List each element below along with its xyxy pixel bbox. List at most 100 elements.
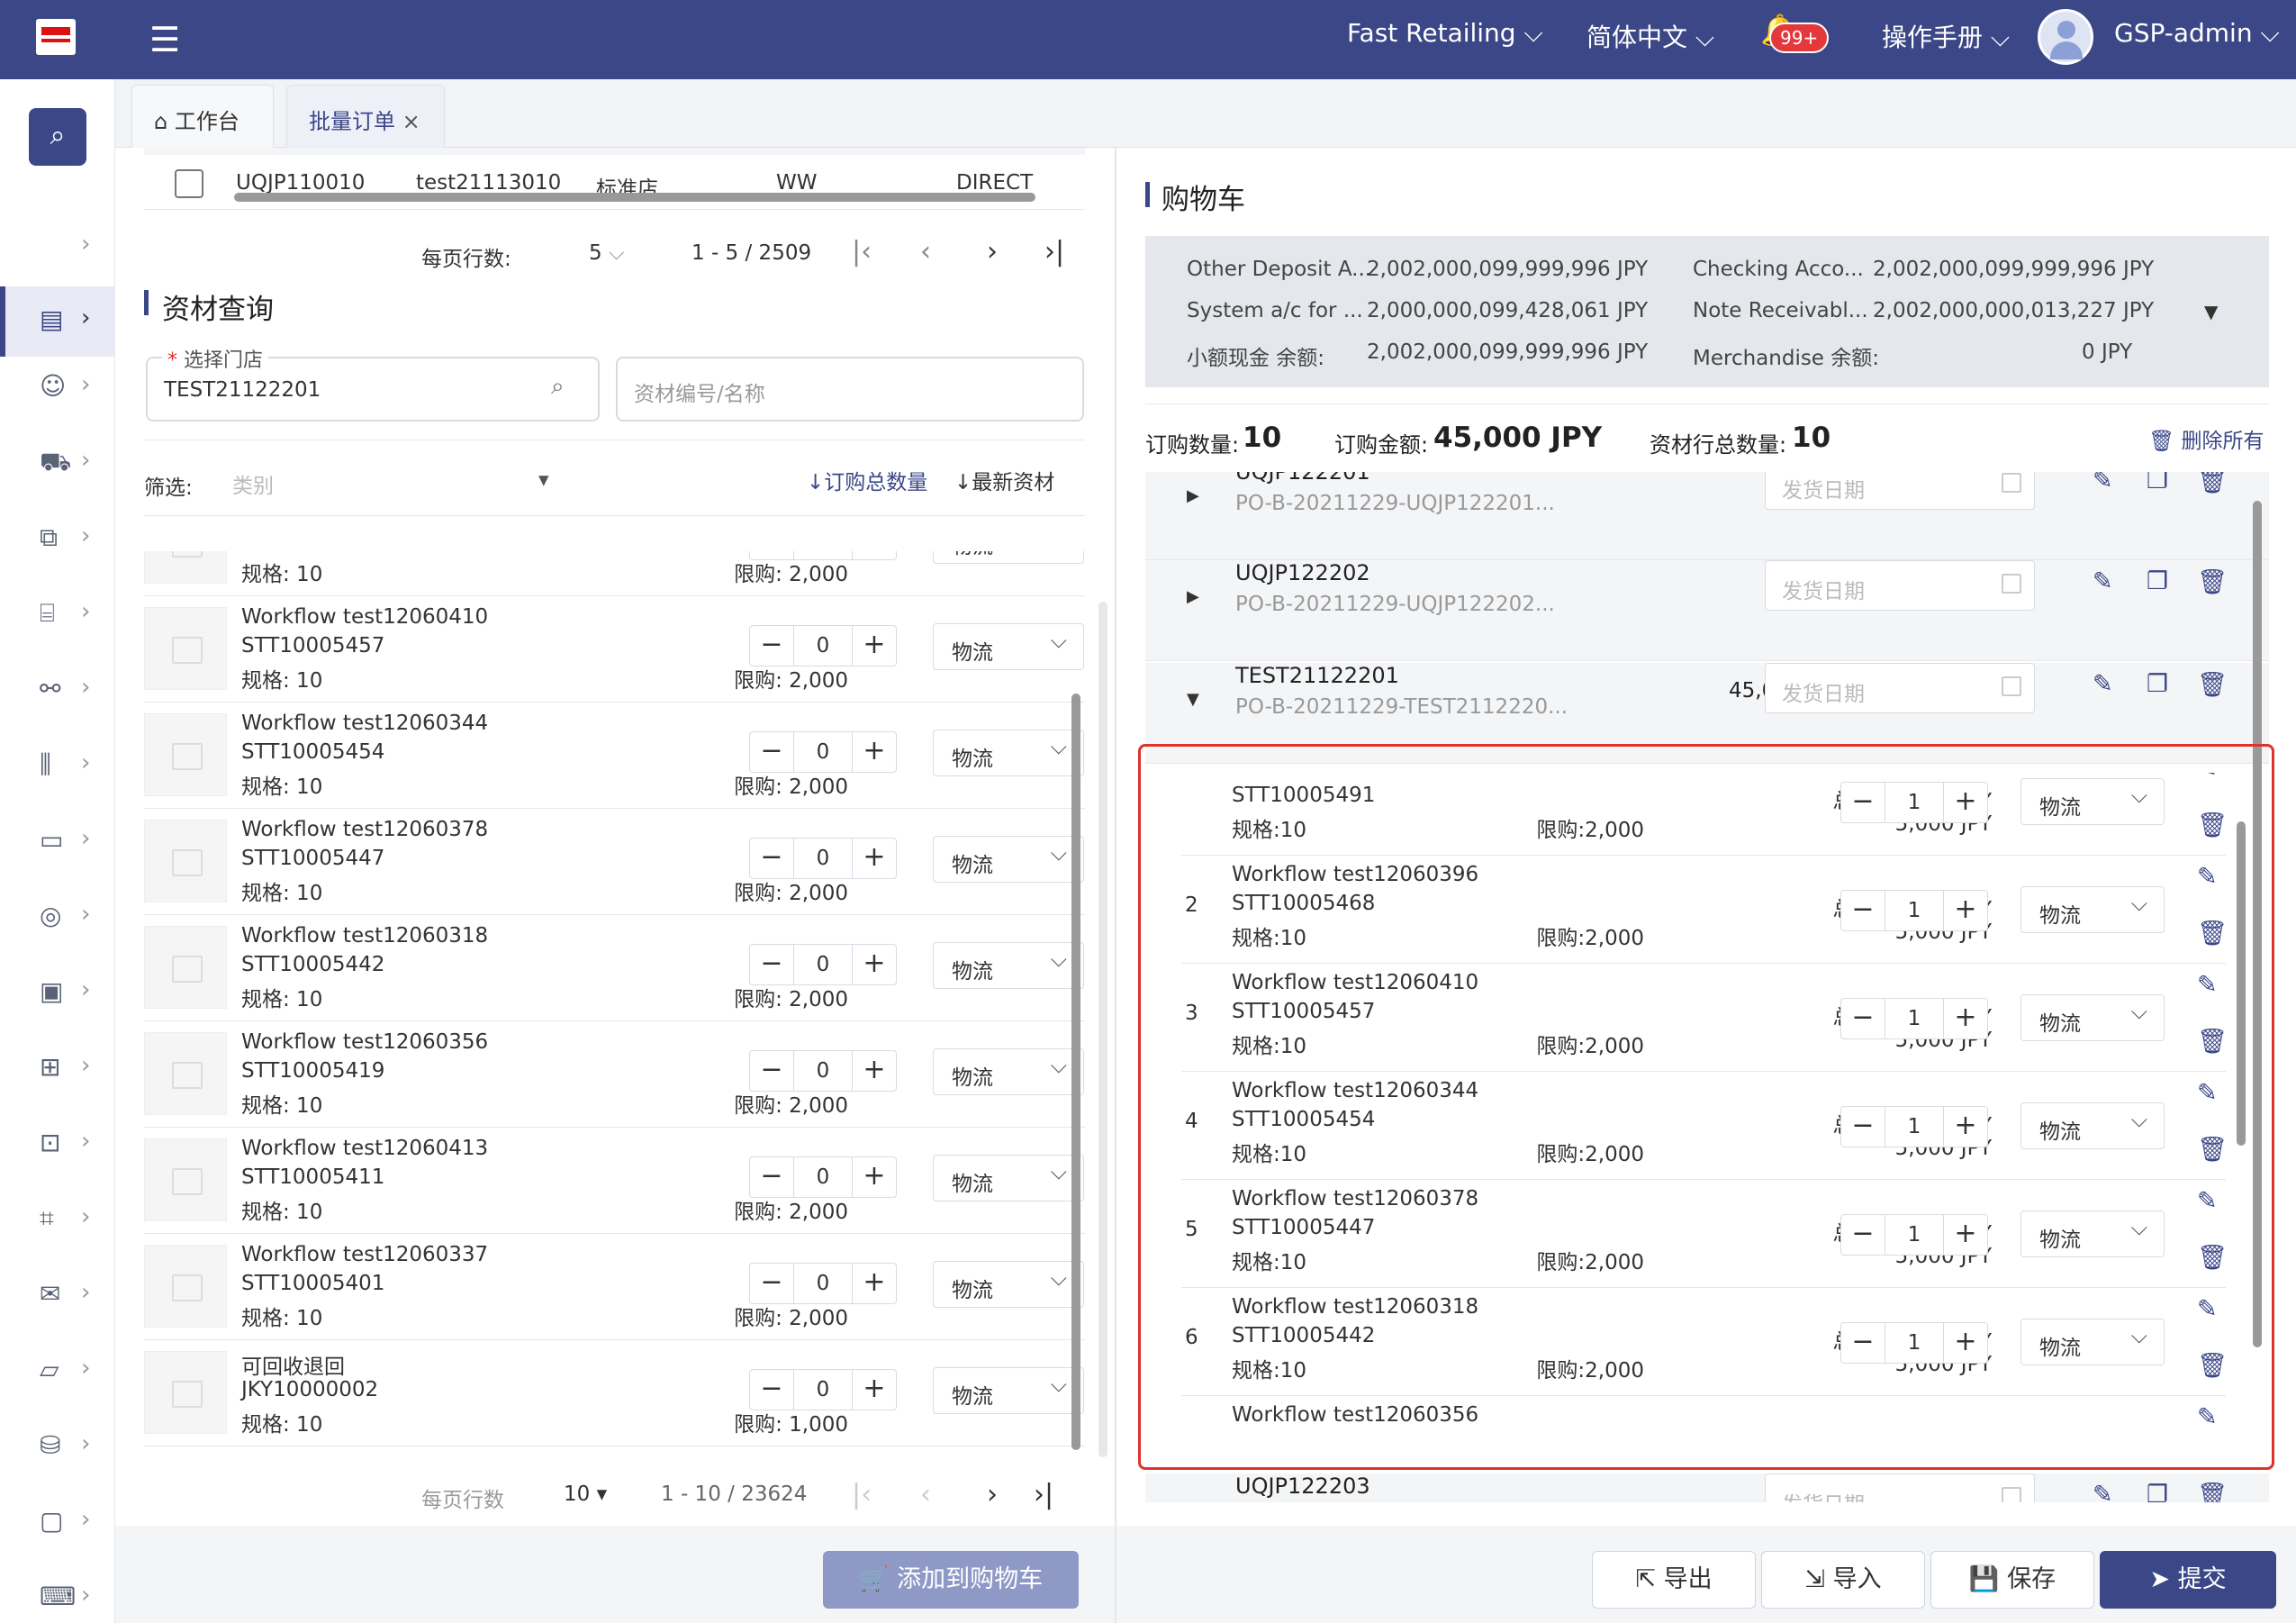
mail-icon[interactable]: ✉ (40, 1279, 60, 1309)
add-to-cart-button[interactable]: 🛒 添加到购物车 (823, 1551, 1079, 1609)
tab-batch-order[interactable]: 批量订单 × (286, 85, 445, 148)
trash-icon[interactable]: 🗑 (2197, 472, 2228, 495)
folder-icon[interactable]: ▱ (40, 1355, 59, 1384)
sort-by-quantity[interactable]: ↓订购总数量 (807, 465, 927, 495)
trash-icon[interactable]: 🗑 (2197, 919, 2228, 948)
page-size-select[interactable]: 5 ⌵ (589, 241, 624, 265)
store-group[interactable]: ▶ UQJP122203 发货日期 ✎ ❐ 🗑 (1145, 1473, 2269, 1502)
minus-button[interactable]: − (750, 839, 793, 878)
bag-icon[interactable]: ⊡ (40, 1128, 60, 1157)
quantity-stepper[interactable]: −0+ (749, 1050, 897, 1092)
logistics-select[interactable]: 物流⌵ (2020, 994, 2165, 1041)
trash-icon[interactable]: 🗑 (2197, 1481, 2228, 1502)
plus-button[interactable]: + (853, 1264, 896, 1303)
quantity-stepper[interactable]: −1 + (1840, 1214, 1988, 1256)
quantity-stepper[interactable]: −1 + (1840, 1106, 1988, 1147)
trash-icon[interactable]: 🗑 (2197, 811, 2228, 839)
plus-button[interactable]: + (853, 626, 896, 666)
quantity-stepper[interactable]: −0+ (749, 1369, 897, 1410)
plus-button[interactable]: + (853, 1157, 896, 1197)
monitor-icon[interactable]: ▭ (40, 825, 63, 855)
logistics-select[interactable]: 物流⌵ (933, 730, 1084, 776)
network-icon[interactable]: ⊞ (40, 1052, 60, 1082)
plus-button[interactable]: + (853, 551, 896, 559)
export-button[interactable]: ⇱ 导出 (1592, 1551, 1756, 1609)
logistics-select[interactable]: 物流⌵ (933, 551, 1084, 564)
delete-all-button[interactable]: 🗑 删除所有 (2148, 423, 2264, 454)
coin-icon[interactable]: ◎ (40, 901, 61, 930)
plus-button[interactable]: + (1944, 1107, 1987, 1147)
first-page-icon[interactable]: |‹ (852, 236, 872, 267)
edit-icon[interactable]: ✎ (2093, 472, 2113, 494)
box-icon[interactable]: ⧉ (40, 522, 58, 553)
row-checkbox[interactable] (175, 169, 203, 198)
minus-button[interactable]: − (1841, 1107, 1885, 1147)
edit-icon[interactable]: ✎ (2197, 1079, 2218, 1107)
minus-button[interactable]: − (750, 1157, 793, 1197)
horizontal-scrollbar[interactable] (234, 193, 1035, 202)
edit-icon[interactable]: ✎ (2197, 971, 2218, 999)
trash-icon[interactable]: 🗑 (2197, 1243, 2228, 1272)
avatar[interactable] (2038, 9, 2093, 65)
logistics-select[interactable]: 物流⌵ (2020, 1102, 2165, 1149)
store-group[interactable]: ▶UQJP122201PO-B-20211229-UQJP122201...0 … (1145, 472, 2269, 560)
next-page-icon[interactable]: › (987, 236, 998, 267)
submit-button[interactable]: ➤ 提交 (2100, 1551, 2276, 1609)
company-selector[interactable]: Fast Retailing ⌵ (1347, 18, 1543, 49)
trash-icon[interactable]: 🗑 (2197, 1351, 2228, 1380)
car-icon[interactable]: ⛟ (40, 447, 71, 480)
message-icon[interactable]: ▢ (40, 1506, 63, 1536)
edit-icon[interactable]: ✎ (2197, 1187, 2218, 1215)
trash-icon[interactable]: 🗑 (2197, 567, 2228, 596)
quantity-stepper[interactable]: −1 + (1840, 782, 1988, 823)
edit-icon[interactable]: ✎ (2093, 670, 2113, 698)
expand-caret-icon[interactable]: ▶ (1187, 587, 1199, 606)
trash-icon[interactable]: 🗑 (2197, 1135, 2228, 1164)
plus-button[interactable]: + (1944, 1215, 1987, 1255)
store-group[interactable]: ▶UQJP122202PO-B-20211229-UQJP122202...0 … (1145, 560, 2269, 661)
logistics-select[interactable]: 物流⌵ (2020, 778, 2165, 825)
user-search-icon[interactable]: ☺ (40, 371, 66, 401)
trash-icon[interactable]: 🗑 (2197, 1027, 2228, 1056)
plus-button[interactable]: + (853, 945, 896, 984)
logistics-select[interactable]: 物流⌵ (933, 1367, 1084, 1414)
quantity-stepper[interactable]: −0+ (749, 731, 897, 773)
quantity-stepper[interactable]: −1 + (1840, 998, 1988, 1039)
plus-button[interactable]: + (1944, 783, 1987, 822)
first-page-icon[interactable]: |‹ (852, 1479, 872, 1510)
logistics-select[interactable]: 物流⌵ (933, 1048, 1084, 1095)
close-icon[interactable]: × (402, 109, 420, 134)
plus-button[interactable]: + (1944, 1323, 1987, 1363)
logistics-select[interactable]: 物流⌵ (933, 623, 1084, 670)
copy-icon[interactable]: ❐ (2147, 472, 2168, 494)
logistics-select[interactable]: 物流⌵ (933, 1155, 1084, 1201)
plus-button[interactable]: + (853, 732, 896, 772)
quantity-stepper[interactable]: −1 + (1840, 890, 1988, 931)
edit-icon[interactable]: ✎ (2197, 1295, 2218, 1323)
sliders-icon[interactable]: ⫼ (40, 749, 51, 780)
search-icon[interactable]: ⌕ (551, 373, 565, 401)
plus-button[interactable]: + (1944, 999, 1987, 1038)
expand-balances-icon[interactable]: ▼ (2204, 301, 2218, 322)
quantity-stepper[interactable]: −0+ (749, 944, 897, 985)
logistics-select[interactable]: 物流⌵ (2020, 886, 2165, 933)
edit-icon[interactable]: ✎ (2197, 773, 2218, 783)
copy-icon[interactable]: ❐ (2147, 567, 2168, 595)
logistics-select[interactable]: 物流⌵ (933, 836, 1084, 883)
minus-button[interactable]: − (750, 945, 793, 984)
logistics-select[interactable]: 物流⌵ (2020, 1319, 2165, 1365)
edit-icon[interactable]: ✎ (2093, 567, 2113, 595)
quantity-stepper[interactable]: −0+ (749, 1156, 897, 1198)
plus-button[interactable]: + (853, 1370, 896, 1410)
last-page-icon[interactable]: ›| (1044, 236, 1064, 267)
minus-button[interactable]: − (750, 732, 793, 772)
last-page-icon[interactable]: ›| (1034, 1479, 1053, 1510)
ship-date-input[interactable]: 发货日期 (1765, 1473, 2035, 1502)
quantity-stepper[interactable]: −0+ (749, 625, 897, 666)
minus-button[interactable]: − (750, 1370, 793, 1410)
import-button[interactable]: ⇲ 导入 (1761, 1551, 1925, 1609)
minus-button[interactable]: − (1841, 891, 1885, 930)
quantity-stepper[interactable]: −0+ (749, 838, 897, 879)
plus-button[interactable]: + (853, 839, 896, 878)
language-selector[interactable]: 简体中文 ⌵ (1586, 18, 1714, 54)
